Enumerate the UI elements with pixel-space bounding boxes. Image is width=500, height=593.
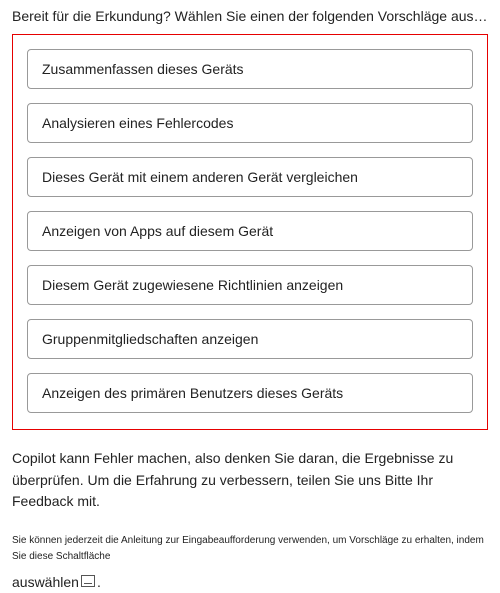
suggestion-show-assigned-policies[interactable]: Diesem Gerät zugewiesene Richtlinien anz… (27, 265, 473, 305)
prompt-guide-hint: Sie können jederzeit die Anleitung zur E… (12, 533, 488, 593)
suggestion-summarize-device[interactable]: Zusammenfassen dieses Geräts (27, 49, 473, 89)
suggestion-compare-device[interactable]: Dieses Gerät mit einem anderen Gerät ver… (27, 157, 473, 197)
suggestion-panel: Zusammenfassen dieses Geräts Analysieren… (12, 34, 488, 430)
suggestion-show-group-memberships[interactable]: Gruppenmitgliedschaften anzeigen (27, 319, 473, 359)
hint-period: . (97, 571, 101, 593)
disclaimer-text: Copilot kann Fehler machen, also denken … (12, 448, 488, 513)
hint-select-word: auswählen (12, 571, 79, 593)
hint-text-small: Sie können jederzeit die Anleitung zur E… (12, 535, 484, 562)
suggestion-analyze-error-code[interactable]: Analysieren eines Fehlercodes (27, 103, 473, 143)
suggestion-show-apps[interactable]: Anzeigen von Apps auf diesem Gerät (27, 211, 473, 251)
suggestion-show-primary-user[interactable]: Anzeigen des primären Benutzers dieses G… (27, 373, 473, 413)
prompt-guide-icon (81, 575, 95, 587)
intro-text: Bereit für die Erkundung? Wählen Sie ein… (12, 8, 488, 24)
